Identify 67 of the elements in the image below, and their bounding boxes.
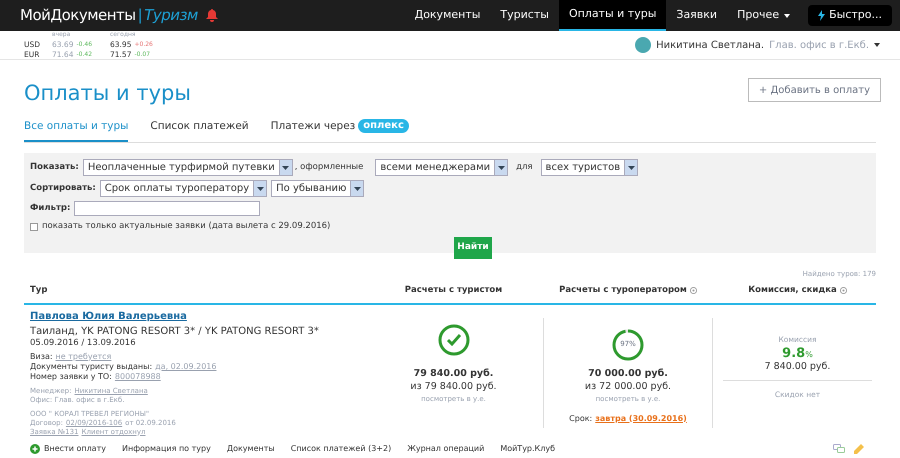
- lightning-icon: [818, 10, 826, 21]
- caret-icon: [350, 181, 364, 196]
- nav-tab[interactable]: Туристы: [490, 0, 559, 31]
- help-icon: [840, 286, 847, 294]
- column-header: Тур: [30, 284, 48, 296]
- total-amount: из 72 000.00 руб.: [584, 380, 672, 392]
- filter-label: Фильтр:: [30, 202, 70, 216]
- column-header: Комиссия, скидка: [748, 284, 837, 296]
- filter-text: для: [516, 161, 533, 174]
- dropdown[interactable]: всеми менеджерами: [375, 159, 508, 176]
- dropdown[interactable]: Срок оплаты туроператору: [100, 180, 268, 198]
- column-header: Расчеты с туроператором: [559, 284, 687, 296]
- paid-amount: 79 840.00 руб.: [414, 366, 494, 380]
- detail-label: Номер заявки у ТО:: [30, 372, 112, 382]
- dropdown[interactable]: всех туристов: [540, 159, 638, 176]
- pencil-icon[interactable]: [853, 444, 864, 454]
- tab[interactable]: Список платежей: [150, 118, 249, 142]
- total-amount: из 79 840.00 руб.: [410, 380, 497, 392]
- filter-label: Показать:: [30, 161, 79, 174]
- tab[interactable]: Платежи через оплекс: [270, 118, 409, 142]
- chat-bubbles-icon[interactable]: [833, 444, 845, 454]
- action-link[interactable]: Список платежей (3+2): [290, 443, 392, 455]
- dropdown[interactable]: Неоплаченные турфирмой путевки: [82, 159, 293, 176]
- caret-icon: [253, 181, 266, 196]
- avatar: [635, 37, 652, 53]
- help-icon: [690, 286, 697, 294]
- nav-tab[interactable]: Заявки: [666, 0, 728, 31]
- filter-label: Сортировать:: [30, 182, 96, 196]
- tourist-name-link[interactable]: Павлова Юлия Валерьевна: [30, 310, 364, 322]
- filter-text: , оформленные: [294, 161, 364, 174]
- logo-separator: |: [138, 5, 142, 26]
- action-link[interactable]: Информация по туру: [122, 443, 211, 455]
- plus-circle-icon: [30, 444, 40, 454]
- logo[interactable]: МойДокументы|Туризм: [20, 4, 198, 27]
- action-link[interactable]: Журнал операций: [407, 443, 484, 455]
- caret-icon: [278, 160, 292, 176]
- detail-label: Документы туристу выданы:: [30, 362, 152, 372]
- commission-percent: 9.8: [782, 346, 806, 360]
- oplex-logo: оплекс: [358, 119, 409, 134]
- nav-tab[interactable]: Документы: [404, 0, 490, 31]
- detail-label: Виза:: [30, 352, 53, 362]
- action-link[interactable]: МойТур.Клуб: [500, 443, 556, 455]
- hotel-name: Таиланд, YK PATONG RESORT 3* / YK PATONG RESORT 3*: [30, 326, 320, 338]
- checkbox[interactable]: [30, 222, 38, 231]
- quick-search-button[interactable]: Быстро...: [808, 5, 892, 26]
- add-payment-link[interactable]: Внести оплату: [30, 443, 106, 455]
- nav-tab[interactable]: Оплаты и туры: [558, 0, 666, 31]
- page-title: Оплаты и туры: [24, 80, 191, 107]
- percent-sign: %: [805, 348, 813, 360]
- nav-tab[interactable]: Прочее: [727, 0, 800, 31]
- user-name[interactable]: Никитина Светлана.: [656, 38, 764, 52]
- paid-amount: 70 000.00 руб.: [588, 366, 668, 380]
- tab[interactable]: Все оплаты и туры: [24, 118, 128, 142]
- due-label: Срок:: [569, 412, 592, 424]
- commission-amount: 7 840.00 руб.: [764, 360, 830, 372]
- caret-icon: [784, 14, 790, 18]
- checkbox-label: показать только актуальные заявки (дата вылета с 29.09.2016): [42, 220, 330, 233]
- caret-icon[interactable]: [874, 43, 880, 47]
- add-to-payment-button[interactable]: + Добавить в оплату: [748, 78, 881, 102]
- filter-input[interactable]: [74, 201, 260, 216]
- action-link[interactable]: Документы: [226, 443, 275, 455]
- caret-icon: [494, 160, 508, 176]
- tour-dates: 05.09.2016 / 13.09.2016: [30, 338, 137, 348]
- dropdown[interactable]: По убыванию: [271, 180, 364, 198]
- column-header: Расчеты с туристом: [404, 284, 502, 296]
- caret-icon: [624, 160, 638, 176]
- bell-icon[interactable]: [206, 9, 218, 22]
